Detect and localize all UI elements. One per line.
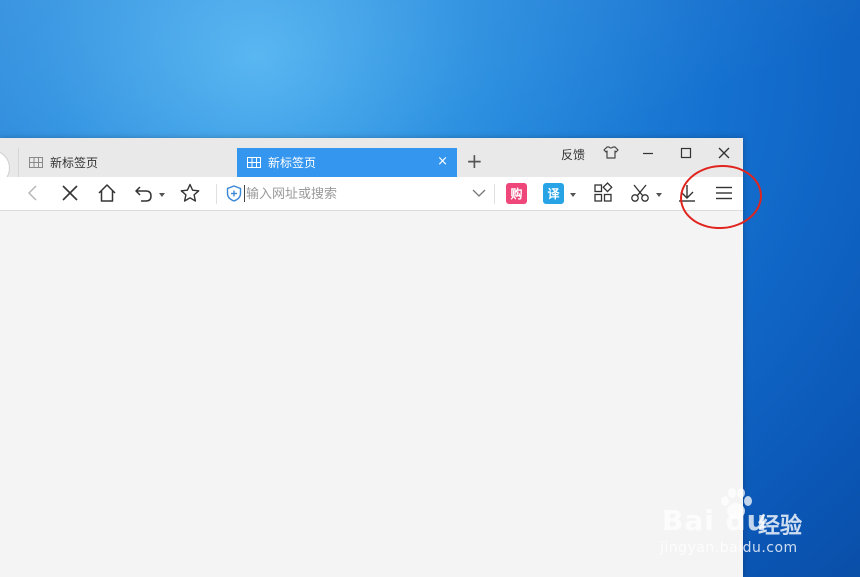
tab-new-tab-2[interactable]: 新标签页 × bbox=[237, 148, 457, 177]
watermark-cn: 经验 bbox=[758, 514, 803, 539]
browser-window: 新标签页 新标签页 × + 反馈 输入网址或搜索 购 译 bbox=[0, 138, 743, 577]
shopping-button[interactable]: 购 bbox=[506, 183, 527, 204]
undo-dropdown-caret[interactable] bbox=[159, 193, 165, 197]
dropdown-chevron-icon[interactable] bbox=[472, 188, 486, 198]
tab-new-tab-1[interactable]: 新标签页 bbox=[18, 148, 237, 177]
tab-label: 新标签页 bbox=[50, 156, 99, 170]
skin-icon[interactable] bbox=[602, 144, 620, 162]
maximize-icon[interactable] bbox=[677, 144, 695, 162]
shield-icon[interactable] bbox=[226, 185, 242, 202]
minimize-icon[interactable] bbox=[639, 144, 657, 162]
new-tab-button[interactable]: + bbox=[466, 151, 483, 171]
grid-icon bbox=[247, 157, 261, 168]
address-bar-input[interactable] bbox=[246, 186, 466, 202]
scissors-icon[interactable] bbox=[629, 182, 651, 204]
screenshot-dropdown-caret[interactable] bbox=[656, 193, 662, 197]
watermark-brand: Bai du bbox=[662, 504, 768, 537]
translate-button[interactable]: 译 bbox=[543, 183, 564, 204]
translate-dropdown-caret[interactable] bbox=[570, 193, 576, 197]
feedback-link[interactable]: 反馈 bbox=[561, 146, 585, 163]
tab-bar: 新标签页 新标签页 × + 反馈 bbox=[0, 138, 743, 192]
tab-close-button[interactable]: × bbox=[437, 155, 448, 169]
undo-icon[interactable] bbox=[133, 182, 155, 204]
apps-icon[interactable] bbox=[592, 182, 614, 204]
star-icon[interactable] bbox=[179, 182, 201, 204]
text-cursor bbox=[244, 185, 245, 202]
toolbar-divider bbox=[494, 184, 495, 204]
stop-icon[interactable] bbox=[59, 182, 81, 204]
watermark-url: jingyan.baidu.com bbox=[660, 540, 798, 556]
toolbar-divider bbox=[216, 184, 217, 204]
home-icon[interactable] bbox=[96, 182, 118, 204]
back-icon[interactable] bbox=[22, 182, 44, 204]
page-content-area bbox=[0, 211, 743, 577]
tab-label: 新标签页 bbox=[268, 156, 317, 170]
grid-icon bbox=[29, 157, 43, 168]
close-icon[interactable] bbox=[715, 144, 733, 162]
navigation-toolbar: 购 译 bbox=[0, 177, 743, 211]
